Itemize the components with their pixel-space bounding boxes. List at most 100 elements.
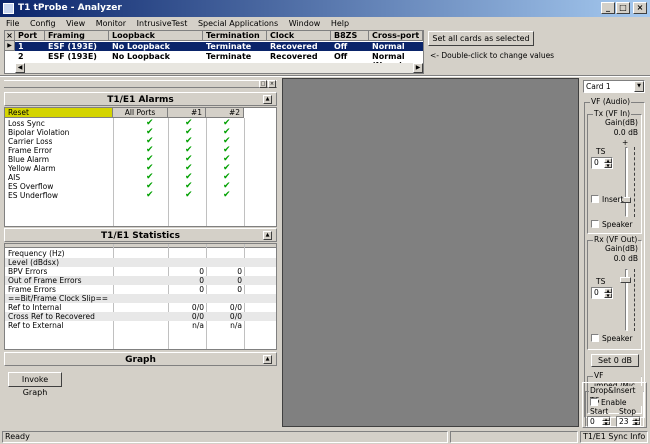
stat-row-label: Ref to External [8, 321, 64, 330]
insert-checkbox[interactable] [591, 195, 599, 203]
stop-spinner[interactable]: 23 ▲ ▼ [616, 416, 641, 427]
spin-down-icon[interactable]: ▼ [604, 163, 612, 168]
minimize-button[interactable]: _ [601, 2, 615, 14]
stat-value-port1: n/a [192, 321, 204, 330]
col-framing[interactable]: Framing [45, 31, 109, 41]
set-all-cards-button[interactable]: Set all cards as selected [428, 31, 534, 46]
row1-cross-port[interactable]: Normal (None) [369, 42, 423, 60]
tx-gain-track[interactable] [625, 147, 628, 217]
grid-line [113, 118, 114, 226]
stat-row-label: Out of Frame Errors [8, 276, 82, 285]
col-loopback[interactable]: Loopback [109, 31, 203, 41]
enable-label: Enable [601, 398, 627, 407]
menu-file[interactable]: File [6, 19, 19, 28]
col-b8zs[interactable]: B8ZS [331, 31, 369, 41]
row2-cross-port[interactable]: Normal (None) [369, 52, 423, 70]
reset-button[interactable]: Reset [5, 108, 113, 118]
grid-line [206, 118, 207, 226]
row2-port[interactable]: 2 [15, 52, 24, 61]
invoke-graph-button[interactable]: Invoke Graph [8, 372, 62, 397]
alarm-row-label: Yellow Alarm [8, 164, 56, 173]
spin-down-icon[interactable]: ▼ [632, 421, 640, 426]
port-config-table[interactable]: × Port Framing Loopback Termination Cloc… [4, 30, 424, 74]
maximize-button[interactable]: □ [616, 2, 630, 14]
stats-collapse-icon[interactable]: ▲ [263, 231, 272, 240]
row1-port[interactable]: 1 [15, 42, 24, 51]
tx-speaker-checkbox[interactable] [591, 220, 599, 228]
row2-framing[interactable]: ESF (193E) [45, 52, 97, 61]
row1-clock[interactable]: Recovered [267, 42, 318, 51]
alarm-row-label: Bipolar Violation [8, 128, 70, 137]
menu-monitor[interactable]: Monitor [96, 19, 126, 28]
tx-ts-label: TS [596, 147, 606, 156]
stat-value-port1: 0 [199, 285, 204, 294]
menu-special-applications[interactable]: Special Applications [198, 19, 278, 28]
stat-value-port1: 0 [199, 276, 204, 285]
mdi-workspace [282, 78, 579, 427]
horizontal-scrollbar[interactable]: ◀ ▶ [15, 63, 423, 73]
check-icon: ✔ [185, 190, 193, 200]
spin-down-icon[interactable]: ▼ [602, 421, 610, 426]
graph-collapse-icon[interactable]: ▲ [263, 355, 272, 364]
col-termination[interactable]: Termination [203, 31, 267, 41]
rx-gain-label: Gain(dB) [604, 244, 638, 253]
row2-termination[interactable]: Terminate [203, 52, 251, 61]
dock-grip[interactable]: □ × [4, 80, 277, 88]
stat-row-label: Level (dBdsx) [8, 258, 60, 267]
rx-ts-label: TS [596, 277, 606, 286]
sync-info: T1/E1 Sync Info [580, 431, 648, 443]
menu-config[interactable]: Config [30, 19, 56, 28]
col-cross-port[interactable]: Cross-port [369, 31, 423, 41]
right-panel: Card 1 ▼ VF (Audio) Tx (VF In) Gain(dB) … [582, 78, 647, 428]
scroll-left-icon[interactable]: ◀ [15, 63, 25, 73]
col-port[interactable]: Port [15, 31, 45, 41]
grid-line [244, 118, 245, 226]
menu-help[interactable]: Help [331, 19, 349, 28]
alarm-row-label: Frame Error [8, 146, 53, 155]
card-select[interactable]: Card 1 ▼ [583, 80, 645, 93]
card-select-value: Card 1 [586, 82, 611, 91]
alarm-row-label: Loss Sync [8, 119, 45, 128]
menu-window[interactable]: Window [289, 19, 321, 28]
row1-b8zs[interactable]: Off [331, 42, 347, 51]
row2-clock[interactable]: Recovered [267, 52, 318, 61]
splitter[interactable] [0, 75, 650, 77]
menu-intrusivetest[interactable]: IntrusiveTest [137, 19, 188, 28]
spin-down-icon[interactable]: ▼ [604, 293, 612, 298]
close-button[interactable]: × [633, 2, 647, 14]
menu-view[interactable]: View [66, 19, 85, 28]
row1-termination[interactable]: Terminate [203, 42, 251, 51]
stats-grid: Frequency (Hz) Level (dBdsx) BPV Errors 0 0 O… [4, 243, 277, 350]
alarm-row-label: Carrier Loss [8, 137, 53, 146]
rx-speaker-checkbox[interactable] [591, 334, 599, 342]
set-0db-button[interactable]: Set 0 dB [591, 354, 639, 367]
alarm-row-label: AIS [8, 173, 21, 182]
stat-value-port1: 0 [199, 267, 204, 276]
row2-loopback[interactable]: No Loopback [109, 52, 170, 61]
title-bar: T1 tProbe - Analyzer _ □ × [0, 0, 650, 17]
stat-row-label: ==Bit/Frame Clock Slip== [8, 294, 109, 303]
row1-loopback[interactable]: No Loopback [109, 42, 170, 51]
col-clock[interactable]: Clock [267, 31, 331, 41]
row1-framing[interactable]: ESF (193E) [45, 42, 97, 51]
stat-value-port2: 0/0 [229, 312, 242, 321]
row2-b8zs[interactable]: Off [331, 52, 347, 61]
tx-ts-spinner[interactable]: 0 ▲ ▼ [591, 157, 613, 169]
scroll-right-icon[interactable]: ▶ [413, 63, 423, 73]
rx-gain-value: 0.0 dB [613, 254, 638, 263]
chevron-down-icon[interactable]: ▼ [634, 81, 644, 92]
alarms-header: T1/E1 Alarms ▲ [4, 92, 277, 106]
rx-gain-slider-thumb[interactable] [620, 277, 631, 283]
rx-ts-spinner[interactable]: 0 ▲ ▼ [591, 287, 613, 299]
alarms-collapse-icon[interactable]: ▲ [263, 95, 272, 104]
tx-gain-value: 0.0 dB [613, 128, 638, 137]
enable-checkbox[interactable] [590, 398, 598, 406]
dock-restore-icon[interactable]: □ [259, 80, 267, 88]
stat-value-port2 [212, 258, 242, 267]
graph-title: Graph [125, 355, 156, 365]
table-close-icon[interactable]: × [5, 31, 15, 41]
stat-row-label: Frequency (Hz) [8, 249, 65, 258]
reset-label: Reset [8, 108, 29, 117]
dock-close-icon[interactable]: × [268, 80, 276, 88]
start-spinner[interactable]: 0 ▲ ▼ [587, 416, 611, 427]
